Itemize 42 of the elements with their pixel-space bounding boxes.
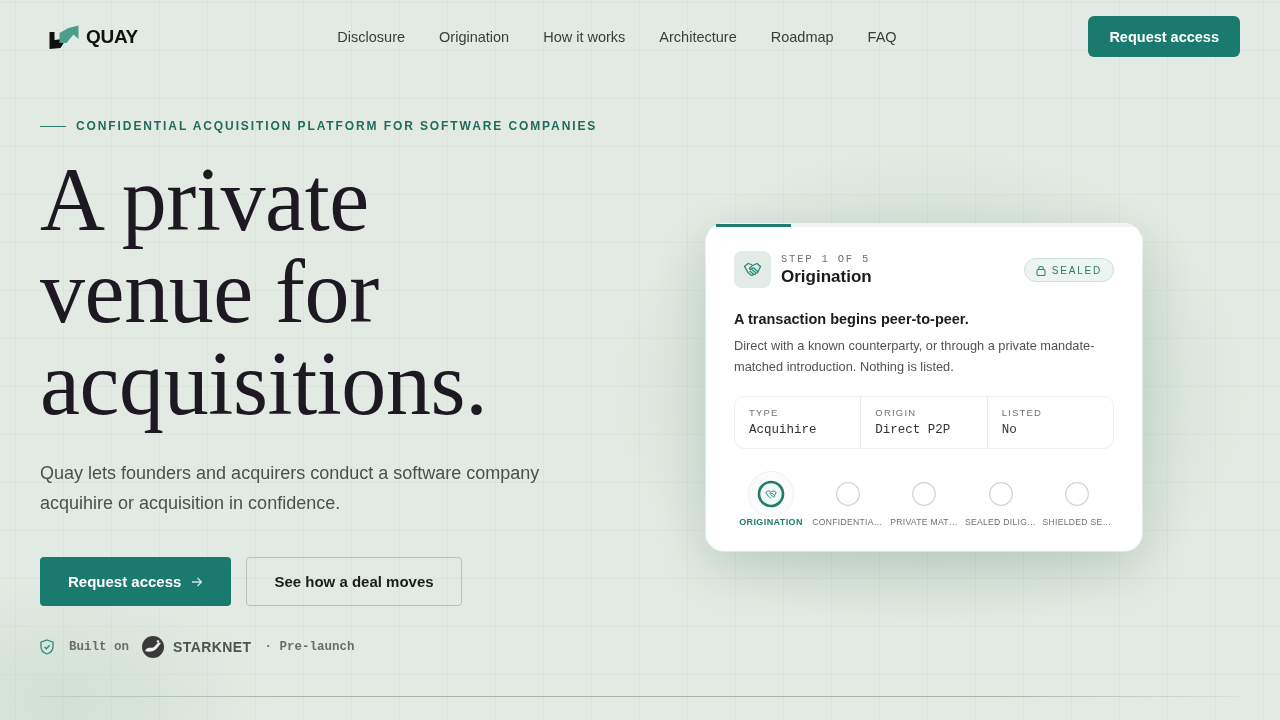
starknet-wordmark: STARKNET — [173, 639, 252, 655]
step-heading: A transaction begins peer-to-peer. — [734, 311, 970, 327]
nav-link[interactable]: FAQ — [867, 28, 897, 45]
step-title: Origination — [781, 266, 872, 287]
fact-label: LISTED — [1001, 407, 1044, 418]
logo-icon — [48, 24, 81, 49]
fact-value: Acquihire — [749, 423, 818, 437]
request-access-button[interactable]: Request access — [1088, 16, 1240, 57]
step-tab[interactable]: SHIELDED SE… — [1040, 471, 1114, 527]
lock-icon — [1035, 264, 1046, 276]
step-circle-icon — [988, 482, 1013, 506]
step-circle-icon — [912, 482, 936, 506]
step-circle-icon — [835, 482, 860, 506]
nav-link[interactable]: Architecture — [659, 28, 737, 45]
hero-description: Quay lets founders and acquirers conduct a software company acquihire or acquisition in confidence. — [40, 462, 541, 515]
nav-link[interactable]: Roadmap — [770, 28, 834, 45]
fact-value: No — [1001, 423, 1018, 437]
nav-link[interactable]: Origination — [439, 28, 510, 45]
fact-value: Direct P2P — [875, 423, 952, 437]
fact-label: TYPE — [749, 407, 780, 418]
step-circle-icon — [1065, 482, 1089, 506]
step-counter: STEP 1 OF 5 — [781, 252, 872, 265]
arrow-icon — [191, 575, 204, 588]
starknet-logo-icon — [142, 636, 164, 658]
eyebrow-text: CONFIDENTIAL ACQUISITION PLATFORM FOR SOFTWARE COMPANIES — [76, 119, 598, 133]
nav-link[interactable]: How it works — [543, 28, 626, 45]
built-on-text: Built on — [69, 640, 129, 654]
step-tab[interactable]: CONFIDENTIA… — [810, 471, 885, 527]
step-marker-icon — [748, 471, 794, 517]
step-tab[interactable]: SEALED DILIG… — [963, 471, 1038, 527]
badge-label: SEALED — [1051, 264, 1102, 276]
step-description: Direct with a known counterparty, or through a private mandate-matched introduction. Nothing is listed. — [734, 337, 1096, 376]
fact-label: ORIGIN — [875, 407, 918, 418]
nav-link[interactable]: Disclosure — [337, 28, 406, 45]
status-text: · Pre-launch — [264, 640, 355, 654]
deal-flow-button[interactable]: See how a deal moves — [246, 557, 462, 606]
step-tab[interactable]: PRIVATE MAT… — [887, 471, 961, 527]
step-tab[interactable]: ORIGINATION — [734, 471, 808, 527]
request-access-button[interactable]: Request access — [40, 557, 232, 606]
handshake-icon — [734, 251, 771, 288]
logo[interactable]: QUAY — [48, 24, 138, 49]
shield-check-icon — [40, 639, 54, 655]
